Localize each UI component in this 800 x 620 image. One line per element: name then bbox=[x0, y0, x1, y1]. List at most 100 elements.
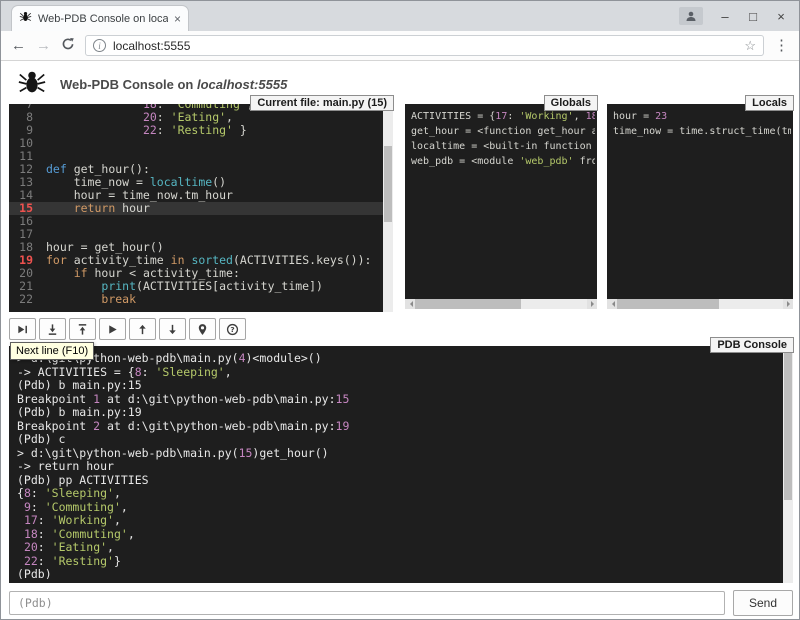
code-token: web_pdb = <module bbox=[411, 156, 519, 167]
code-token: (Pdb) pp ACTIVITIES bbox=[17, 473, 149, 487]
debug-toolbar: ? bbox=[9, 318, 246, 340]
line-number[interactable]: 22 bbox=[9, 293, 33, 306]
globals-panel: Globals ACTIVITIES = {17: 'Working', 18:… bbox=[405, 104, 597, 309]
code-token: (ACTIVITIES.keys()): bbox=[233, 253, 371, 267]
code-text: 22: 'Resting' } bbox=[46, 123, 247, 137]
code-token: 18 bbox=[24, 527, 38, 541]
locals-lines: hour = 23time_now = time.struct_time(tm_… bbox=[613, 109, 791, 297]
scroll-track[interactable] bbox=[719, 299, 783, 309]
continue-button[interactable] bbox=[99, 318, 126, 340]
down-button[interactable] bbox=[159, 318, 186, 340]
code-token: break bbox=[101, 292, 136, 306]
page-header: Web-PDB Console on localhost:5555 bbox=[17, 67, 287, 102]
scroll-right-icon[interactable] bbox=[783, 299, 793, 309]
step-into-button[interactable] bbox=[39, 318, 66, 340]
back-button[interactable]: ← bbox=[11, 38, 26, 53]
scroll-right-icon[interactable] bbox=[587, 299, 597, 309]
up-button[interactable] bbox=[129, 318, 156, 340]
code-token: } bbox=[233, 123, 247, 137]
tab-strip: Web-PDB Console on localhost:5555 × – □ … bbox=[1, 1, 799, 31]
code-token: sorted bbox=[191, 253, 233, 267]
code-token: : bbox=[38, 540, 52, 554]
scroll-left-icon[interactable] bbox=[607, 299, 617, 309]
code-token: 9 bbox=[24, 500, 31, 514]
where-button[interactable] bbox=[189, 318, 216, 340]
code-token: : bbox=[157, 123, 171, 137]
code-token: : bbox=[31, 500, 45, 514]
command-input[interactable] bbox=[9, 591, 725, 615]
code-token: 22 bbox=[24, 554, 38, 568]
globals-line: ACTIVITIES = {17: 'Working', 18: 'Commut… bbox=[411, 109, 595, 124]
globals-line: web_pdb = <module 'web_pdb' from 'd:\git… bbox=[411, 154, 595, 169]
code-token: (ACTIVITIES[activity_time]) bbox=[136, 279, 323, 293]
code-token: return bbox=[74, 201, 116, 215]
editor-scrollbar-thumb[interactable] bbox=[384, 146, 392, 222]
info-icon[interactable]: i bbox=[93, 39, 106, 52]
code-token: Breakpoint bbox=[17, 419, 93, 433]
close-button[interactable]: × bbox=[767, 1, 795, 31]
forward-button[interactable]: → bbox=[36, 38, 51, 53]
code-token bbox=[17, 513, 24, 527]
arrow-up-icon bbox=[136, 323, 149, 336]
send-button[interactable]: Send bbox=[733, 590, 793, 616]
tab-close-icon[interactable]: × bbox=[174, 12, 181, 26]
code-token: 'Commuting' bbox=[52, 527, 128, 541]
code-token: -> ACTIVITIES = { bbox=[17, 365, 135, 379]
code-token: , bbox=[114, 486, 121, 500]
scroll-left-icon[interactable] bbox=[405, 299, 415, 309]
globals-scrollbar-thumb[interactable] bbox=[415, 299, 521, 309]
code-token: 'web_pdb' bbox=[519, 156, 573, 167]
code-token: 8 bbox=[24, 486, 31, 500]
tab-title: Web-PDB Console on localhost:5555 bbox=[38, 13, 168, 25]
code-token: print bbox=[101, 279, 136, 293]
locals-scrollbar[interactable] bbox=[607, 299, 793, 309]
console-line: 9: 'Commuting', bbox=[17, 501, 781, 515]
globals-line: localtime = <built-in function localtime… bbox=[411, 139, 595, 154]
code-text: if hour < activity_time: bbox=[46, 266, 240, 280]
code-token: localtime = <built-in function localtime… bbox=[411, 141, 595, 152]
browser-tab[interactable]: Web-PDB Console on localhost:5555 × bbox=[11, 5, 189, 31]
console-line: 18: 'Commuting', bbox=[17, 528, 781, 542]
next-line-button[interactable] bbox=[9, 318, 36, 340]
code-token: (Pdb) b main.py:15 bbox=[17, 378, 142, 392]
locals-scrollbar-thumb[interactable] bbox=[617, 299, 719, 309]
console-scrollbar[interactable] bbox=[783, 346, 793, 583]
minimize-button[interactable]: – bbox=[711, 1, 739, 31]
code-line: 22 break bbox=[9, 293, 383, 306]
profile-button[interactable] bbox=[679, 7, 703, 25]
menu-button[interactable]: ⋮ bbox=[774, 38, 789, 53]
code-token: { bbox=[17, 486, 24, 500]
globals-scrollbar[interactable] bbox=[405, 299, 597, 309]
refresh-button[interactable] bbox=[61, 37, 75, 54]
tooltip-next-line: Next line (F10) bbox=[10, 342, 94, 360]
svg-text:?: ? bbox=[230, 325, 234, 334]
console-line: 22: 'Resting'} bbox=[17, 555, 781, 569]
console-scrollbar-thumb[interactable] bbox=[784, 350, 792, 500]
editor-scrollbar[interactable] bbox=[383, 104, 393, 312]
code-token: hour = bbox=[613, 111, 655, 122]
code-text: def get_hour(): bbox=[46, 162, 150, 176]
maximize-button[interactable]: □ bbox=[739, 1, 767, 31]
code-token: 'Working' bbox=[52, 513, 114, 527]
code-token: , bbox=[128, 527, 135, 541]
question-mark-icon: ? bbox=[226, 323, 239, 336]
webpdb-logo-icon bbox=[17, 67, 47, 102]
code-text: hour = get_hour() bbox=[46, 240, 164, 254]
scroll-track[interactable] bbox=[521, 299, 587, 309]
code-token: , bbox=[107, 540, 114, 554]
code-token: > d:\git\python-web-pdb\main.py( bbox=[17, 446, 239, 460]
code-token: 'Sleeping' bbox=[45, 486, 114, 500]
return-button[interactable] bbox=[69, 318, 96, 340]
code-token: (Pdb) b main.py:19 bbox=[17, 405, 142, 419]
code-token bbox=[17, 540, 24, 554]
help-button[interactable]: ? bbox=[219, 318, 246, 340]
bookmark-star-icon[interactable]: ☆ bbox=[744, 38, 756, 54]
console-line: {8: 'Sleeping', bbox=[17, 487, 781, 501]
address-bar[interactable]: i localhost:5555 ☆ bbox=[85, 35, 764, 56]
next-line-icon bbox=[16, 323, 29, 336]
code-token: in bbox=[171, 253, 185, 267]
console-line: (Pdb) bbox=[17, 568, 781, 579]
code-token bbox=[46, 279, 101, 293]
code-token: : bbox=[142, 365, 156, 379]
play-icon bbox=[106, 323, 119, 336]
